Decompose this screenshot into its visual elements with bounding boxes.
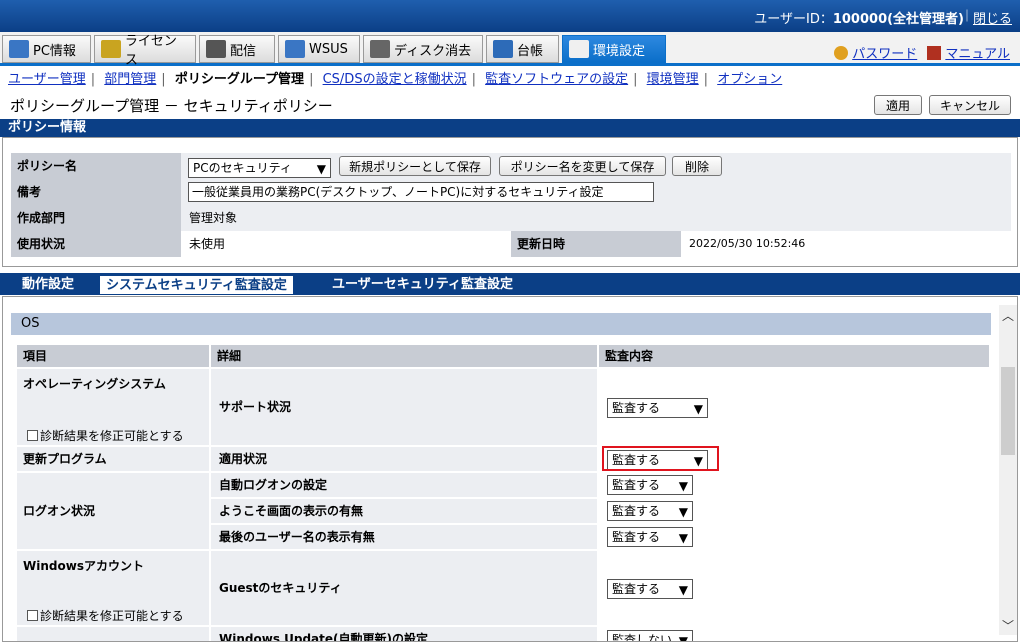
last-username-select[interactable]: 監査する ▼ [607, 527, 693, 547]
status-row: 使用状況 未使用 更新日時 2022/05/30 10:52:46 [11, 231, 1011, 257]
chevron-down-icon: ▼ [678, 583, 688, 597]
audit-panel: OS 項目 詳細 監査内容 オペレーティングシステム 診断結果を修正可能とする … [2, 296, 1018, 642]
main-tabs: PC情報 ライセンス 配信 WSUS ディスク消去 台帳 環境設定 パスワード … [0, 32, 1020, 68]
user-info: ユーザーID：100000(全社管理者) [754, 8, 964, 27]
scroll-up-icon[interactable]: ︿ [1002, 307, 1014, 324]
setting-tabs: 動作設定 システムセキュリティ監査設定 ユーザーセキュリティ監査設定 [0, 273, 1020, 295]
top-bar: ユーザーID：100000(全社管理者) ｜ 閉じる [0, 0, 1020, 32]
tab-pc-info[interactable]: PC情報 [2, 35, 91, 63]
book-icon [493, 40, 513, 58]
key-icon [834, 46, 849, 60]
cancel-button[interactable]: キャンセル [929, 95, 1011, 115]
table-row-os-item: オペレーティングシステム 診断結果を修正可能とする [17, 369, 209, 445]
modifiable-checkbox-2[interactable]: 診断結果を修正可能とする [27, 607, 184, 624]
rename-save-button[interactable]: ポリシー名を変更して保存 [499, 156, 666, 176]
subnav-user-mgmt[interactable]: ユーザー管理 [8, 72, 86, 87]
checkbox-icon [27, 430, 38, 441]
tab-operation[interactable]: 動作設定 [16, 275, 80, 295]
user-label: ユーザーID： [754, 12, 833, 27]
chevron-down-icon: ▼ [316, 162, 326, 176]
windows-update-select[interactable]: 監査しない ▼ [607, 630, 693, 642]
subnav-policy-group: ポリシーグループ管理 [174, 72, 305, 87]
chevron-down-icon: ▼ [678, 531, 688, 545]
page-title: ポリシーグループ管理 － セキュリティポリシー [10, 97, 333, 115]
policy-name-select[interactable]: PCのセキュリティ ▼ [188, 158, 331, 178]
tab-env-settings[interactable]: 環境設定 [562, 35, 666, 63]
subnav-dept-mgmt[interactable]: 部門管理 [104, 72, 156, 87]
subnav-audit-software[interactable]: 監査ソフトウェアの設定 [485, 72, 628, 87]
apply-button[interactable]: 適用 [874, 95, 922, 115]
policy-info-header: ポリシー情報 [0, 119, 1020, 137]
tab-user-security[interactable]: ユーザーセキュリティ監査設定 [326, 275, 519, 295]
vertical-scrollbar[interactable]: ︿ ﹀ [999, 305, 1017, 635]
sub-nav: ユーザー管理 | 部門管理 | ポリシーグループ管理 | CS/DSの設定と稼働状況 |… [8, 72, 783, 87]
disk-icon [370, 40, 390, 58]
subnav-csds[interactable]: CS/DSの設定と稼働状況 [323, 72, 467, 87]
distribution-icon [206, 40, 226, 58]
scroll-down-icon[interactable]: ﹀ [1002, 617, 1014, 634]
tab-system-security[interactable]: システムセキュリティ監査設定 [99, 275, 294, 295]
password-link[interactable]: パスワード [852, 47, 917, 62]
os-support-select[interactable]: 監査する ▼ [607, 398, 708, 418]
table-row-account-item: Windowsアカウント 診断結果を修正可能とする [17, 551, 209, 625]
highlight-box [602, 446, 719, 471]
save-as-new-button[interactable]: 新規ポリシーとして保存 [339, 156, 491, 176]
subnav-env-mgmt[interactable]: 環境管理 [647, 72, 699, 87]
chevron-down-icon: ▼ [678, 505, 688, 519]
tab-license[interactable]: ライセンス [94, 34, 196, 68]
tools-icon [569, 40, 589, 58]
tab-disk-erase[interactable]: ディスク消去 [363, 35, 483, 63]
user-value: 100000(全社管理者) [832, 12, 964, 27]
os-section-header: OS [11, 313, 991, 335]
chevron-down-icon: ▼ [678, 634, 688, 642]
chevron-down-icon: ▼ [693, 402, 703, 416]
right-links: パスワード マニュアル [828, 43, 1010, 62]
modifiable-checkbox[interactable]: 診断結果を修正可能とする [27, 427, 184, 444]
chevron-down-icon: ▼ [678, 479, 688, 493]
col-audit: 監査内容 [599, 345, 989, 367]
col-item: 項目 [17, 345, 209, 367]
monitor-icon [9, 40, 29, 58]
wsus-icon [285, 40, 305, 58]
delete-button[interactable]: 削除 [672, 156, 722, 176]
tab-ledger[interactable]: 台帳 [486, 35, 559, 63]
note-input[interactable]: 一般従業員用の業務PC(デスクトップ、ノートPC)に対するセキュリティ設定 [188, 182, 654, 202]
tab-distribution[interactable]: 配信 [199, 35, 275, 63]
manual-icon [927, 46, 942, 60]
auto-logon-select[interactable]: 監査する ▼ [607, 475, 693, 495]
dept-row: 作成部門 管理対象 [11, 205, 1011, 231]
subnav-options[interactable]: オプション [717, 72, 782, 87]
welcome-screen-select[interactable]: 監査する ▼ [607, 501, 693, 521]
guest-security-select[interactable]: 監査する ▼ [607, 579, 693, 599]
col-detail: 詳細 [211, 345, 597, 367]
manual-link[interactable]: マニュアル [945, 47, 1010, 62]
tab-wsus[interactable]: WSUS [278, 35, 360, 63]
license-icon [101, 40, 121, 58]
separator: ｜ [960, 9, 973, 23]
policy-info-box: ポリシー名 PCのセキュリティ ▼ 新規ポリシーとして保存 ポリシー名を変更して保… [2, 137, 1018, 267]
checkbox-icon [27, 610, 38, 621]
scroll-thumb[interactable] [1001, 367, 1015, 455]
close-link[interactable]: 閉じる [973, 8, 1012, 27]
